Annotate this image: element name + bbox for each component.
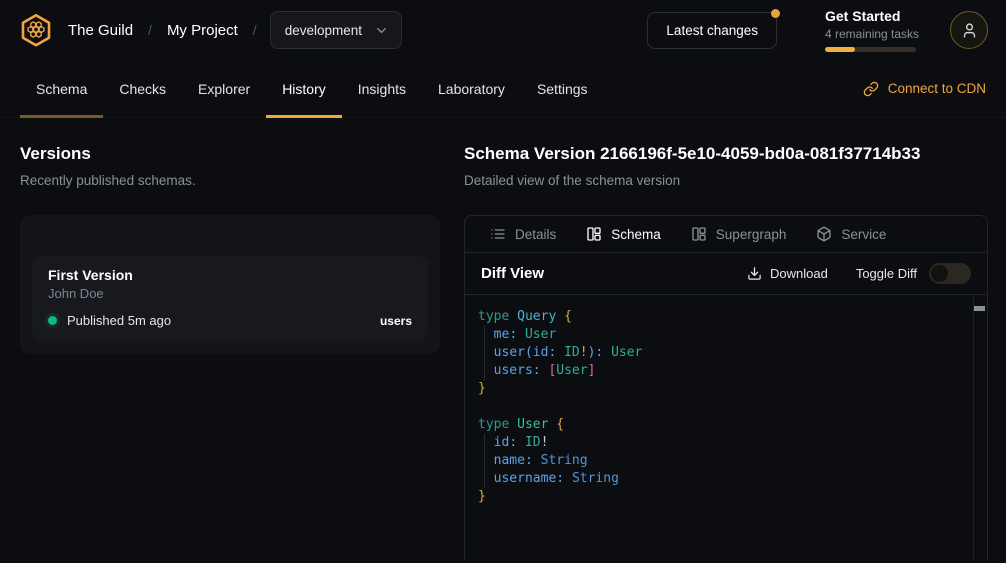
- version-author: John Doe: [48, 286, 412, 301]
- nav-tab-label: Schema: [36, 81, 87, 97]
- schema-version-subtitle: Detailed view of the schema version: [464, 172, 988, 189]
- get-started-progress-fill: [825, 47, 855, 52]
- nav-tab-explorer[interactable]: Explorer: [182, 60, 266, 117]
- nav-tab-label: History: [282, 81, 326, 97]
- nav-tab-label: Settings: [537, 81, 588, 97]
- download-icon: [747, 266, 762, 281]
- download-label: Download: [770, 266, 828, 281]
- nav-tab-label: Checks: [119, 81, 166, 97]
- service-badge: users: [380, 314, 412, 328]
- breadcrumb-org[interactable]: The Guild: [68, 22, 133, 39]
- version-list-item[interactable]: First Version John Doe Published 5m ago …: [32, 256, 428, 341]
- code-line: me: User: [478, 326, 959, 344]
- nav-tab-checks[interactable]: Checks: [103, 60, 182, 117]
- code-line: }: [478, 380, 959, 398]
- hive-logo-icon[interactable]: [18, 12, 54, 48]
- detail-tab-schema[interactable]: Schema: [571, 216, 676, 252]
- toggle-diff-label: Toggle Diff: [856, 266, 917, 281]
- code-line: username: String: [478, 470, 959, 488]
- nav-tab-schema[interactable]: Schema: [20, 60, 103, 117]
- user-menu-button[interactable]: [950, 11, 988, 49]
- get-started-widget[interactable]: Get Started 4 remaining tasks: [825, 8, 920, 52]
- breadcrumb-project[interactable]: My Project: [167, 22, 238, 39]
- nav-tab-label: Explorer: [198, 81, 250, 97]
- connect-to-cdn-button[interactable]: Connect to CDN: [863, 60, 986, 117]
- nav-tab-label: Insights: [358, 81, 406, 97]
- nav-tab-laboratory[interactable]: Laboratory: [422, 60, 521, 117]
- nav-tab-underline: [20, 115, 103, 118]
- versions-title: Versions: [20, 144, 440, 164]
- detail-tab-service[interactable]: Service: [801, 216, 901, 252]
- detail-tab-label: Supergraph: [716, 227, 787, 242]
- notification-dot: [771, 9, 780, 18]
- diff-toolbar: Diff View Download Toggle Diff: [465, 253, 987, 295]
- code-line: type Query {: [478, 308, 959, 326]
- nav-tab-underline: [266, 115, 342, 118]
- scrollbar-thumb[interactable]: [974, 306, 985, 311]
- code-line: type User {: [478, 416, 959, 434]
- detail-tab-supergraph[interactable]: Supergraph: [676, 216, 802, 252]
- breadcrumb: The Guild / My Project /: [68, 22, 257, 39]
- code-line: users: [User]: [478, 362, 959, 380]
- diff-view-title: Diff View: [481, 265, 544, 282]
- get-started-progress-bar: [825, 47, 916, 52]
- toggle-diff-switch[interactable]: [929, 263, 971, 284]
- list-icon: [490, 226, 506, 242]
- panels-icon: [691, 226, 707, 242]
- indent-guide: [484, 434, 485, 488]
- toggle-diff-knob: [931, 265, 948, 282]
- nav-tab-history[interactable]: History: [266, 60, 342, 117]
- detail-tab-details[interactable]: Details: [475, 216, 571, 252]
- chevron-down-icon: [374, 23, 389, 38]
- code-line: user(id: ID!): User: [478, 344, 959, 362]
- code-line: name: String: [478, 452, 959, 470]
- breadcrumb-separator: /: [148, 22, 152, 38]
- detail-tab-label: Service: [841, 227, 886, 242]
- latest-changes-button[interactable]: Latest changes: [647, 12, 777, 49]
- user-icon: [961, 22, 978, 39]
- environment-select-value: development: [285, 23, 362, 38]
- version-name: First Version: [48, 267, 412, 283]
- connect-to-cdn-label: Connect to CDN: [888, 81, 986, 96]
- box-icon: [816, 226, 832, 242]
- link-icon: [863, 81, 879, 97]
- environment-select[interactable]: development: [270, 11, 402, 49]
- detail-tab-label: Details: [515, 227, 556, 242]
- code-line: }: [478, 488, 959, 506]
- detail-tab-label: Schema: [611, 227, 661, 242]
- get-started-subtitle: 4 remaining tasks: [825, 27, 920, 41]
- versions-subtitle: Recently published schemas.: [20, 172, 440, 189]
- schema-version-panel: Details Schema Supergraph Service Diff View…: [464, 215, 988, 561]
- published-status-text: Published 5m ago: [67, 313, 171, 328]
- get-started-title: Get Started: [825, 8, 920, 24]
- published-status-dot: [48, 316, 57, 325]
- version-detail-tabs: Details Schema Supergraph Service: [465, 216, 987, 253]
- nav-tab-insights[interactable]: Insights: [342, 60, 422, 117]
- latest-changes-label: Latest changes: [666, 23, 758, 38]
- schema-code-viewer[interactable]: type Query { me: User user(id: ID!): Use…: [465, 295, 987, 561]
- indent-guide: [484, 326, 485, 380]
- top-bar: The Guild / My Project / development Lat…: [0, 0, 1006, 60]
- schema-version-title: Schema Version 2166196f-5e10-4059-bd0a-0…: [464, 144, 988, 164]
- code-line: id: ID!: [478, 434, 959, 452]
- versions-list: First Version John Doe Published 5m ago …: [20, 215, 440, 354]
- code-line: [478, 398, 959, 416]
- panels-icon: [586, 226, 602, 242]
- breadcrumb-separator: /: [253, 22, 257, 38]
- download-button[interactable]: Download: [747, 266, 828, 281]
- nav-tab-settings[interactable]: Settings: [521, 60, 604, 117]
- nav-tab-label: Laboratory: [438, 81, 505, 97]
- target-nav: Schema Checks Explorer History Insights Labor…: [0, 60, 1006, 118]
- scrollbar-track: [973, 295, 974, 561]
